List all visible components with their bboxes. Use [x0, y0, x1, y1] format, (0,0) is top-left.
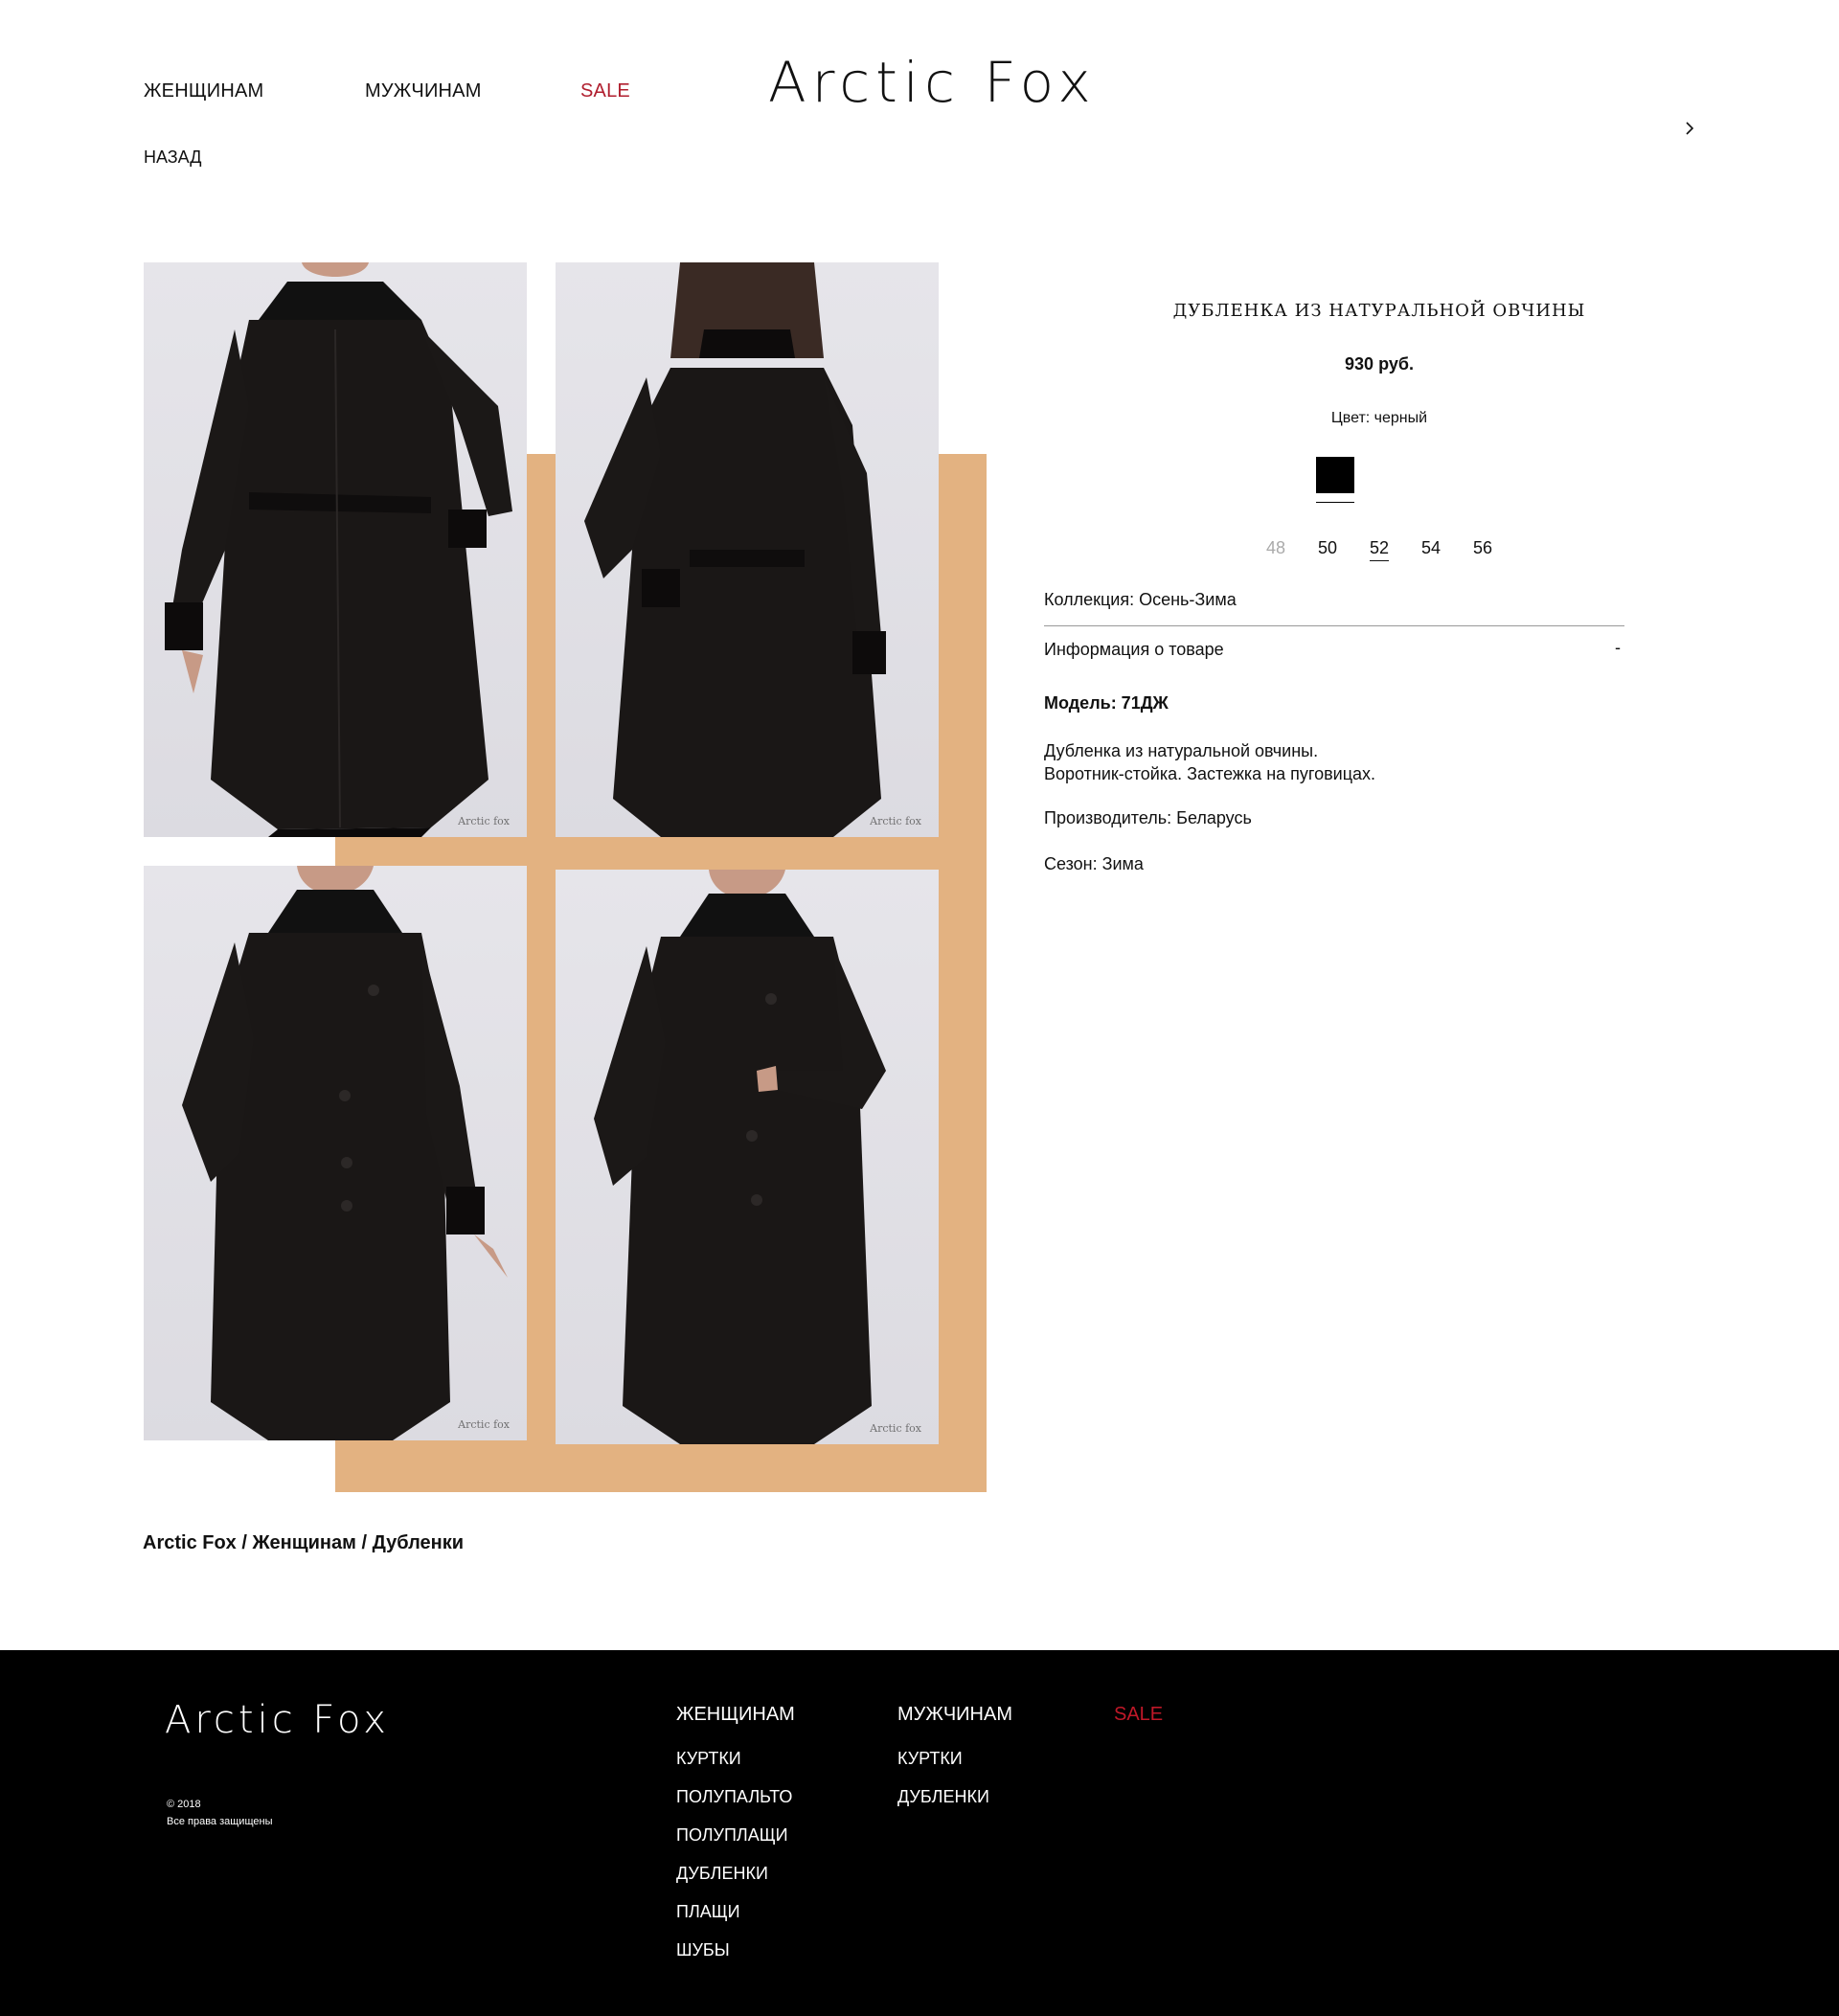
site-logo[interactable]: Arctic Fox [768, 50, 1097, 115]
color-swatch-black[interactable] [1316, 457, 1354, 493]
breadcrumb-women[interactable]: Женщинам [252, 1532, 355, 1553]
breadcrumb-home[interactable]: Arctic Fox [143, 1532, 237, 1553]
product-description-line: Дубленка из натуральной овчины. [1044, 741, 1319, 760]
footer-logo[interactable]: Arctic Fox [165, 1698, 390, 1742]
footer-link-jackets[interactable]: КУРТКИ [676, 1749, 795, 1787]
footer-link-fur-coats[interactable]: ШУБЫ [676, 1940, 795, 1979]
coat-front-alt-figure [594, 870, 886, 1444]
product-photo-back[interactable]: Arctic fox [556, 262, 939, 837]
back-link[interactable]: НАЗАД [144, 147, 201, 168]
footer-men-title[interactable]: МУЖЧИНАМ [897, 1704, 1012, 1726]
product-manufacturer: Производитель: Беларусь [1044, 808, 1252, 827]
product-info-toggle[interactable]: Информация о товаре - [1044, 638, 1624, 660]
breadcrumb-separator: / [355, 1532, 373, 1553]
photo-watermark: Arctic fox [870, 1422, 921, 1435]
product-season: Сезон: Зима [1044, 854, 1144, 873]
photo-watermark: Arctic fox [458, 815, 510, 827]
nav-sale[interactable]: SALE [580, 80, 630, 102]
size-option-48[interactable]: 48 [1250, 538, 1302, 558]
product-photo-side[interactable]: Arctic fox [144, 866, 527, 1440]
product-description: Дубленка из натуральной овчины. Воротник… [1044, 739, 1375, 785]
footer-col-sale: SALE [1114, 1704, 1163, 1749]
coat-back-figure [584, 262, 886, 837]
product-info-toggle-label: Информация о товаре [1044, 640, 1224, 659]
product-price: 930 руб. [1345, 354, 1414, 374]
footer-women-title[interactable]: ЖЕНЩИНАМ [676, 1704, 795, 1726]
footer-link-half-coats[interactable]: ПОЛУПАЛЬТО [676, 1787, 795, 1825]
swatch-selected-indicator [1316, 502, 1354, 503]
nav-women[interactable]: ЖЕНЩИНАМ [144, 80, 263, 102]
photo-watermark: Arctic fox [458, 1418, 510, 1431]
coat-side-figure [182, 866, 508, 1440]
copyright: © 2018 Все права защищены [167, 1796, 272, 1830]
collapse-icon: - [1615, 638, 1621, 657]
copyright-year: © 2018 [167, 1799, 201, 1810]
divider [1044, 625, 1624, 626]
coat-front-figure [165, 262, 512, 837]
nav-men[interactable]: МУЖЧИНАМ [365, 80, 482, 102]
size-selector: 48 50 52 54 56 [1044, 538, 1714, 561]
product-collection: Коллекция: Осень-Зима [1044, 590, 1237, 609]
footer: Arctic Fox © 2018 Все права защищены ЖЕН… [0, 1650, 1839, 2016]
photo-watermark: Arctic fox [870, 815, 921, 827]
footer-col-women: ЖЕНЩИНАМ КУРТКИ ПОЛУПАЛЬТО ПОЛУПЛАЩИ ДУБ… [676, 1704, 795, 1979]
chevron-right-icon[interactable] [1680, 117, 1699, 140]
breadcrumb-separator: / [236, 1532, 253, 1553]
copyright-rights: Все права защищены [167, 1816, 273, 1827]
footer-col-men: МУЖЧИНАМ КУРТКИ ДУБЛЕНКИ [897, 1704, 1012, 1825]
size-option-54[interactable]: 54 [1405, 538, 1457, 558]
breadcrumb: Arctic Fox / Женщинам / Дубленки [143, 1532, 464, 1554]
product-photo-front[interactable]: Arctic fox [144, 262, 527, 837]
footer-link-men-sheepskin[interactable]: ДУБЛЕНКИ [897, 1787, 1012, 1825]
size-option-52[interactable]: 52 [1353, 538, 1405, 561]
footer-link-sheepskin[interactable]: ДУБЛЕНКИ [676, 1864, 795, 1902]
size-option-50[interactable]: 50 [1302, 538, 1353, 558]
product-color-label: Цвет: черный [1330, 410, 1428, 426]
product-photo-front-alt[interactable]: Arctic fox [556, 870, 939, 1444]
footer-sale-title[interactable]: SALE [1114, 1704, 1163, 1726]
footer-link-men-jackets[interactable]: КУРТКИ [897, 1749, 1012, 1787]
footer-link-raincoats[interactable]: ПЛАЩИ [676, 1902, 795, 1940]
breadcrumb-current[interactable]: Дубленки [373, 1532, 464, 1553]
product-model: Модель: 71ДЖ [1044, 693, 1169, 713]
product-title: ДУБЛЕНКА ИЗ НАТУРАЛЬНОЙ ОВЧИНЫ [1172, 301, 1586, 321]
footer-link-half-raincoats[interactable]: ПОЛУПЛАЩИ [676, 1825, 795, 1864]
product-description-line: Воротник-стойка. Застежка на пуговицах. [1044, 764, 1376, 783]
size-option-56[interactable]: 56 [1457, 538, 1509, 558]
